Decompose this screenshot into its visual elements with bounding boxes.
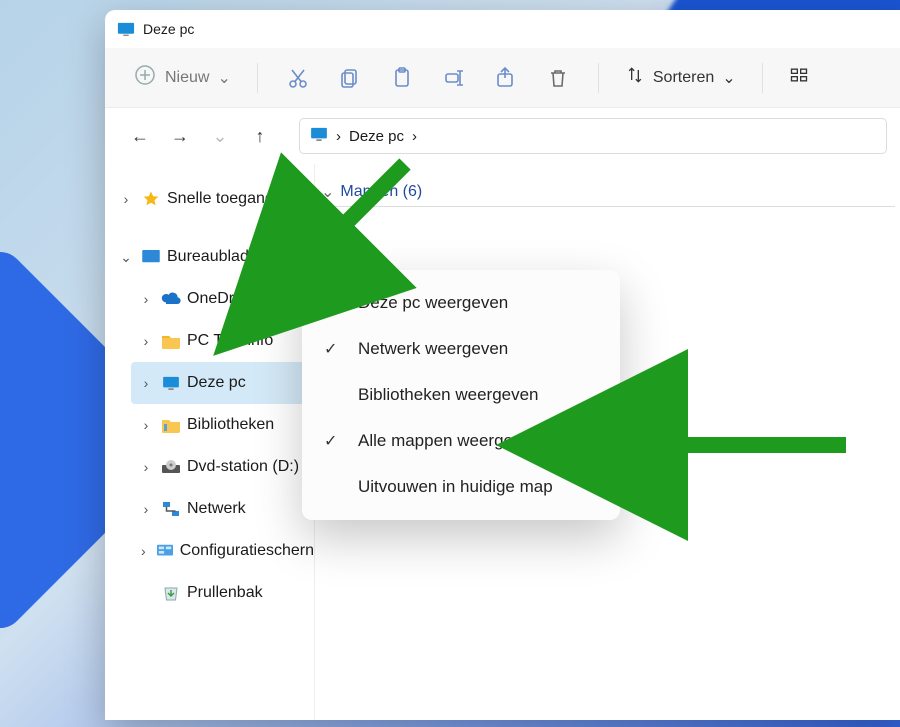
address-bar[interactable]: › Deze pc › [299, 118, 887, 154]
chevron-right-icon[interactable]: › [117, 191, 135, 207]
breadcrumb[interactable]: Deze pc [349, 128, 404, 145]
menu-show-all-folders[interactable]: ✓ Alle mappen weergeven [302, 418, 620, 464]
onedrive-icon [161, 289, 181, 309]
paste-button[interactable] [378, 54, 426, 102]
folder-icon [161, 415, 181, 435]
separator [598, 63, 599, 93]
titlebar: Deze pc [105, 10, 900, 48]
annotation-arrow [616, 420, 856, 470]
sidebar-quick-access[interactable]: › Snelle toegang [111, 178, 314, 220]
navigation-bar: ← → ⌄ ↑ › Deze pc › [105, 108, 900, 164]
chevron-right-icon[interactable]: › [137, 375, 155, 391]
chevron-right-icon[interactable]: › [137, 291, 155, 307]
cut-button[interactable] [274, 54, 322, 102]
copy-button[interactable] [326, 54, 374, 102]
menu-show-libraries[interactable]: Bibliotheken weergeven [302, 372, 620, 418]
sidebar-item-label: Dvd-station (D:) [187, 458, 299, 476]
network-icon [161, 499, 181, 519]
sidebar-item-label: Bureaublad [167, 248, 249, 266]
sidebar-desktop[interactable]: ⌄ Bureaublad [111, 236, 314, 278]
view-button[interactable] [779, 65, 819, 90]
new-button-label: Nieuw [165, 69, 209, 87]
menu-show-network[interactable]: ✓ Netwerk weergeven [302, 326, 620, 372]
folder-icon [161, 331, 181, 351]
sort-icon [625, 65, 645, 90]
sort-button[interactable]: Sorteren ⌄ [615, 65, 746, 90]
sidebar-item-label: Configuratieschern [180, 542, 314, 560]
this-pc-icon [310, 127, 328, 145]
this-pc-icon [161, 373, 181, 393]
ribbon-toolbar: Nieuw ⌄ Sorteren ⌄ [105, 48, 900, 108]
sidebar-item-folder[interactable]: › PC Tips info [131, 320, 314, 362]
sidebar-item-this-pc[interactable]: › Deze pc [131, 362, 314, 404]
chevron-right-icon[interactable]: › [137, 501, 155, 517]
sort-button-label: Sorteren [653, 69, 714, 87]
sidebar-item-onedrive[interactable]: › OneDrive - Pers [131, 278, 314, 320]
forward-button[interactable]: → [163, 119, 197, 153]
navigation-pane: › Snelle toegang ⌄ Bureaublad › [105, 164, 315, 720]
plus-icon [133, 63, 157, 92]
sidebar-item-label: Snelle toegang [167, 190, 274, 208]
chevron-right-icon: › [336, 128, 341, 145]
menu-item-label: Deze pc weergeven [358, 293, 508, 313]
sidebar-item-control-panel[interactable]: › Configuratieschern [131, 530, 314, 572]
menu-item-label: Netwerk weergeven [358, 339, 508, 359]
menu-expand-current[interactable]: Uitvouwen in huidige map [302, 464, 620, 510]
menu-item-label: Alle mappen weergeven [358, 431, 540, 451]
back-button[interactable]: ← [123, 119, 157, 153]
sidebar-item-dvd[interactable]: › Dvd-station (D:) [131, 446, 314, 488]
chevron-right-icon: › [412, 128, 417, 145]
recycle-bin-icon [161, 583, 181, 603]
menu-item-label: Uitvouwen in huidige map [358, 477, 553, 497]
chevron-right-icon[interactable]: › [137, 333, 155, 349]
menu-item-label: Bibliotheken weergeven [358, 385, 539, 405]
rename-button[interactable] [430, 54, 478, 102]
menu-show-this-pc[interactable]: ✓ Deze pc weergeven [302, 280, 620, 326]
this-pc-icon [117, 22, 135, 36]
window-title: Deze pc [143, 21, 194, 37]
separator [762, 63, 763, 93]
chevron-right-icon[interactable]: › [137, 543, 150, 559]
view-icon [789, 65, 809, 90]
check-icon: ✓ [324, 431, 342, 451]
check-icon: ✓ [324, 339, 342, 359]
sidebar-item-label: OneDrive - Pers [187, 290, 302, 308]
dvd-drive-icon [161, 457, 181, 477]
new-button[interactable]: Nieuw ⌄ [123, 57, 241, 98]
chevron-down-icon: ⌄ [722, 68, 735, 88]
sidebar-item-label: Netwerk [187, 500, 246, 518]
control-panel-icon [156, 541, 174, 561]
sidebar-item-label: PC Tips info [187, 332, 273, 350]
chevron-right-icon[interactable]: › [137, 459, 155, 475]
sidebar-item-label: Deze pc [187, 374, 246, 392]
sidebar-item-recycle-bin[interactable]: Prullenbak [131, 572, 314, 614]
separator [257, 63, 258, 93]
star-icon [141, 189, 161, 209]
desktop-icon [141, 247, 161, 267]
check-icon: ✓ [324, 293, 342, 313]
sidebar-item-label: Prullenbak [187, 584, 263, 602]
sidebar-item-label: Bibliotheken [187, 416, 274, 434]
annotation-arrow [295, 150, 425, 280]
chevron-down-icon[interactable]: ⌄ [117, 249, 135, 266]
chevron-right-icon[interactable]: › [137, 417, 155, 433]
delete-button[interactable] [534, 54, 582, 102]
up-button[interactable]: ↑ [243, 119, 277, 153]
sidebar-item-network[interactable]: › Netwerk [131, 488, 314, 530]
nav-pane-context-menu: ✓ Deze pc weergeven ✓ Netwerk weergeven … [302, 270, 620, 520]
share-button[interactable] [482, 54, 530, 102]
sidebar-item-libraries[interactable]: › Bibliotheken [131, 404, 314, 446]
chevron-down-icon: ⌄ [217, 68, 230, 88]
recent-button[interactable]: ⌄ [203, 119, 237, 153]
